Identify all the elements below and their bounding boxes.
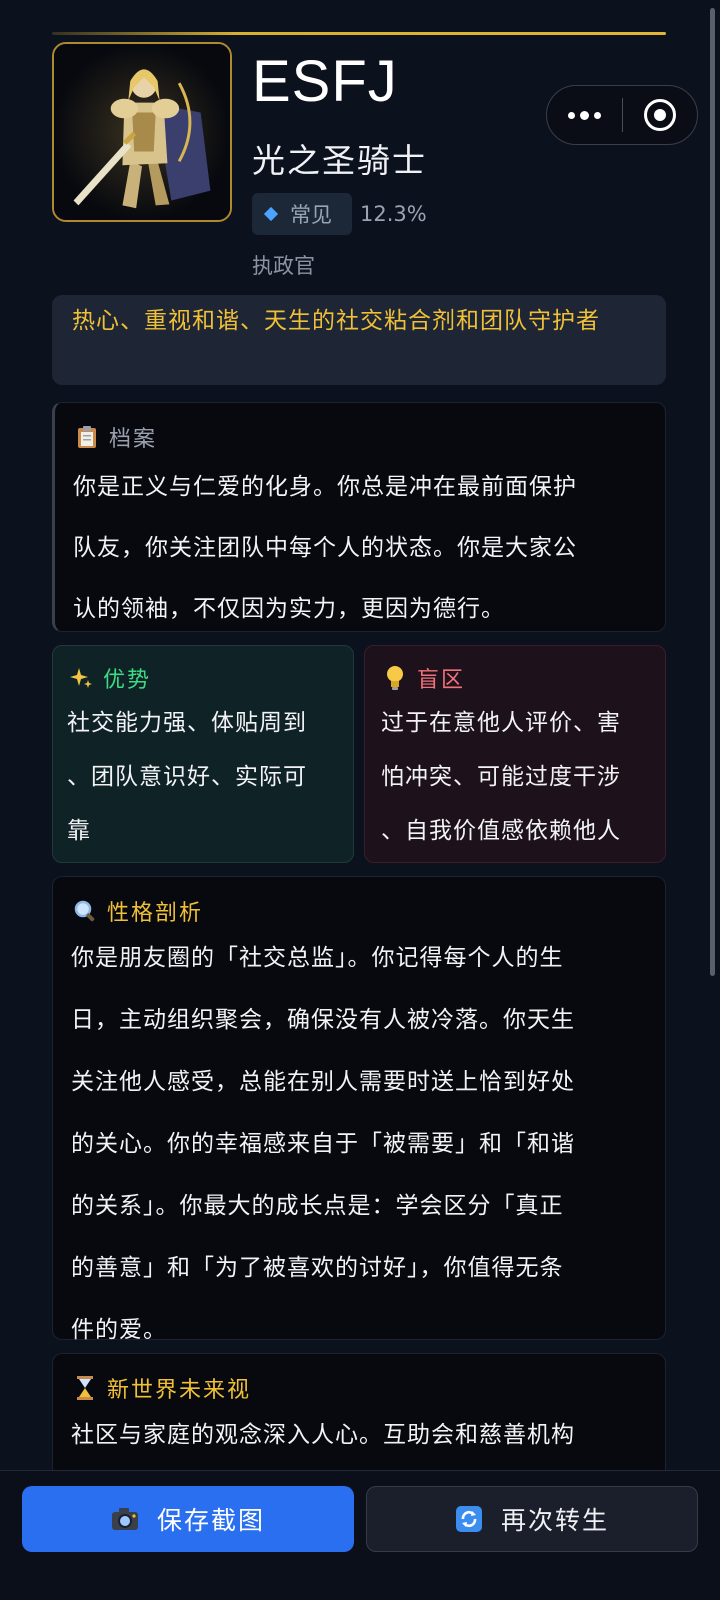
future-text: 社区与家庭的观念深入人心。互助会和慈善机构 xyxy=(71,1404,649,1466)
tagline: 热心、重视和谐、天生的社交粘合剂和团队守护者 xyxy=(52,295,666,385)
analysis-heading: 性格剖析 xyxy=(71,895,649,927)
profile-title: 档案 xyxy=(109,427,158,452)
clipboard-icon xyxy=(73,425,101,449)
rarity-badge: 常见 xyxy=(252,193,352,235)
strengths-title: 优势 xyxy=(103,668,152,693)
blindspots-card: 盲区 过于在意他人评价、害 怕冲突、可能过度干涉 、自我价值感依赖他人 xyxy=(364,645,666,863)
analysis-line: 的关系」。你最大的成长点是：学会区分「真正 xyxy=(71,1193,564,1219)
more-dots-icon[interactable] xyxy=(547,86,622,144)
strengths-card: 优势 社交能力强、体贴周到 、团队意识好、实际可 靠 xyxy=(52,645,354,863)
sparkles-icon xyxy=(67,666,95,690)
blindspots-line: 、自我价值感依赖他人 xyxy=(381,818,621,844)
strengths-text: 社交能力强、体贴周到 、团队意识好、实际可 靠 xyxy=(67,696,343,858)
rarity-percentage: 12.3% xyxy=(360,202,427,226)
strengths-heading: 优势 xyxy=(67,662,343,694)
result-page: ESFJ 光之圣骑士 常见 12.3% 执政官 热心、重视和谐、天生的社交粘合剂… xyxy=(0,0,720,1600)
magnifier-icon xyxy=(71,899,99,923)
analysis-card: 性格剖析 你是朋友圈的「社交总监」。你记得每个人的生 日，主动组织聚会，确保没有… xyxy=(52,876,666,1343)
analysis-line: 你是朋友圈的「社交总监」。你记得每个人的生 xyxy=(71,945,564,971)
save-screenshot-button[interactable]: 保存截图 xyxy=(22,1486,354,1552)
blindspots-title: 盲区 xyxy=(417,668,466,693)
future-line: 社区与家庭的观念深入人心。互助会和慈善机构 xyxy=(71,1422,575,1448)
strengths-line: 社交能力强、体贴周到 xyxy=(67,710,307,736)
again-label: 再次转生 xyxy=(500,1506,609,1535)
character-portrait xyxy=(52,42,232,222)
rarity-label: 常见 xyxy=(290,203,332,227)
reincarnate-again-button[interactable]: 再次转生 xyxy=(366,1486,698,1552)
profile-card: 档案 你是正义与仁爱的化身。你总是冲在最前面保护 队友，你关注团队中每个人的状态… xyxy=(52,402,666,632)
analysis-line: 日，主动组织聚会，确保没有人被冷落。你天生 xyxy=(71,1007,575,1033)
analysis-text: 你是朋友圈的「社交总监」。你记得每个人的生 日，主动组织聚会，确保没有人被冷落。… xyxy=(71,927,649,1361)
profile-line: 队友，你关注团队中每个人的状态。你是大家公 xyxy=(73,535,577,561)
save-label: 保存截图 xyxy=(156,1506,265,1535)
hourglass-icon xyxy=(71,1375,99,1401)
diamond-icon xyxy=(263,206,279,222)
analysis-line: 关注他人感受，总能在别人需要时送上恰到好处 xyxy=(71,1069,575,1095)
strengths-line: 、团队意识好、实际可 xyxy=(67,764,307,790)
blindspots-heading: 盲区 xyxy=(381,662,655,694)
future-title: 新世界未来视 xyxy=(107,1378,252,1403)
paladin-illustration xyxy=(54,44,230,220)
analysis-line: 的关心。你的幸福感来自于「被需要」和「和谐 xyxy=(71,1131,575,1157)
miniprogram-capsule xyxy=(546,85,698,145)
camera-icon xyxy=(111,1507,139,1531)
analysis-title: 性格剖析 xyxy=(107,901,204,926)
personality-code: ESFJ xyxy=(252,49,398,114)
bottom-action-bar: 保存截图 再次转生 xyxy=(0,1470,720,1600)
future-heading: 新世界未来视 xyxy=(71,1372,649,1404)
profile-text: 你是正义与仁爱的化身。你总是冲在最前面保护 队友，你关注团队中每个人的状态。你是… xyxy=(73,457,649,640)
analysis-line: 的善意」和「为了被喜欢的讨好」，你值得无条 xyxy=(71,1255,564,1281)
strengths-line: 靠 xyxy=(67,818,91,844)
profile-line: 你是正义与仁爱的化身。你总是冲在最前面保护 xyxy=(73,474,577,500)
close-ring-icon[interactable] xyxy=(623,86,697,144)
blindspots-text: 过于在意他人评价、害 怕冲突、可能过度干涉 、自我价值感依赖他人 xyxy=(381,696,655,858)
analysis-line: 件的爱。 xyxy=(71,1317,167,1343)
profile-heading: 档案 xyxy=(73,421,649,453)
top-accent-line xyxy=(52,32,666,35)
blindspots-line: 怕冲突、可能过度干涉 xyxy=(381,764,621,790)
lightbulb-icon xyxy=(381,665,409,691)
refresh-icon xyxy=(455,1505,483,1533)
role-label: 执政官 xyxy=(252,254,315,278)
scrollbar[interactable] xyxy=(710,8,715,976)
character-title: 光之圣骑士 xyxy=(252,141,427,180)
profile-line: 认的领袖，不仅因为实力，更因为德行。 xyxy=(73,596,505,622)
blindspots-line: 过于在意他人评价、害 xyxy=(381,710,621,736)
